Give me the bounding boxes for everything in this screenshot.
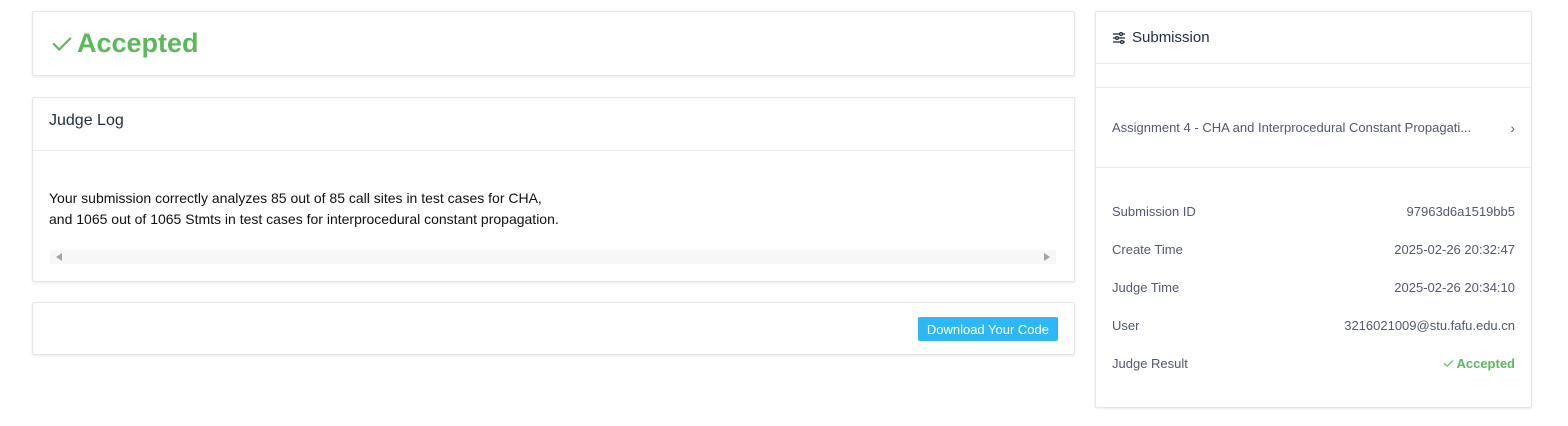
- info-label: Judge Result: [1112, 355, 1188, 371]
- scroll-right-icon[interactable]: [1044, 253, 1050, 261]
- info-value: 2025-02-26 20:34:10: [1394, 279, 1515, 295]
- info-value: 97963d6a1519bb5: [1406, 203, 1515, 219]
- judge-log-title: Judge Log: [33, 98, 1074, 151]
- status-label: Accepted: [77, 28, 199, 58]
- horizontal-scrollbar[interactable]: [50, 250, 1056, 264]
- check-icon: [1444, 359, 1454, 367]
- info-label: Judge Time: [1112, 279, 1180, 295]
- assignment-label: Assignment 4 - CHA and Interprocedural C…: [1112, 120, 1472, 135]
- info-row-create-time: Create Time 2025-02-26 20:32:47: [1096, 230, 1531, 268]
- scroll-left-icon[interactable]: [56, 253, 62, 261]
- judge-log-line: Your submission correctly analyzes 85 ou…: [49, 190, 542, 206]
- sliders-icon: [1113, 31, 1125, 44]
- info-row-judge-result: Judge Result Accepted: [1096, 344, 1531, 382]
- assignment-link[interactable]: Assignment 4 - CHA and Interprocedural C…: [1096, 88, 1531, 168]
- judge-log-body: Your submission correctly analyzes 85 ou…: [33, 151, 1074, 230]
- status-heading: Accepted: [51, 28, 199, 59]
- info-value: 3216021009@stu.fafu.edu.cn: [1344, 317, 1515, 333]
- judge-result-badge: Accepted: [1443, 356, 1515, 371]
- chevron-right-icon: ›: [1510, 119, 1515, 136]
- info-row-judge-time: Judge Time 2025-02-26 20:34:10: [1096, 268, 1531, 306]
- info-label: User: [1112, 317, 1140, 333]
- info-value: 2025-02-26 20:32:47: [1394, 241, 1515, 257]
- submission-card: Submission Assignment 4 - CHA and Interp…: [1095, 11, 1532, 408]
- info-label: Create Time: [1112, 241, 1183, 257]
- submission-title: Submission: [1132, 29, 1210, 46]
- status-card: Accepted: [32, 11, 1075, 76]
- info-label: Submission ID: [1112, 203, 1196, 219]
- check-icon: [52, 36, 72, 51]
- info-row-submission-id: Submission ID 97963d6a1519bb5: [1096, 192, 1531, 230]
- submission-header: Submission: [1096, 12, 1531, 64]
- judge-log-line: and 1065 out of 1065 Stmts in test cases…: [49, 211, 559, 227]
- info-row-user: User 3216021009@stu.fafu.edu.cn: [1096, 306, 1531, 344]
- judge-result-value: Accepted: [1456, 355, 1515, 371]
- divider: [1096, 64, 1531, 88]
- submission-info: Submission ID 97963d6a1519bb5 Create Tim…: [1096, 168, 1531, 382]
- download-code-button[interactable]: Download Your Code: [917, 317, 1058, 341]
- download-card: Download Your Code: [32, 302, 1075, 355]
